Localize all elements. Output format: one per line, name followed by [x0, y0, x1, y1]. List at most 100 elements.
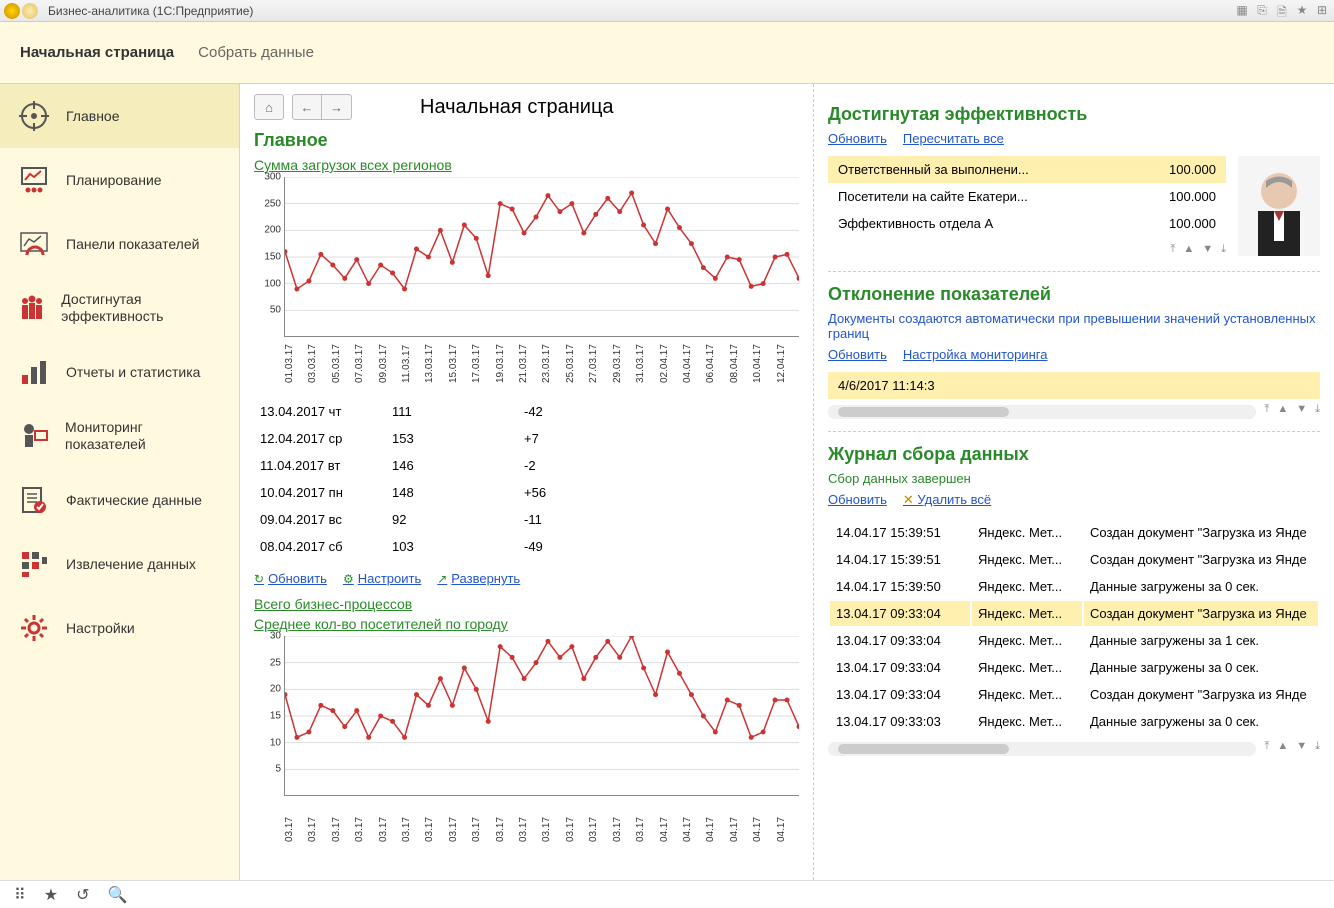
sidebar-label: Мониторинг показателей [65, 419, 223, 453]
deviation-row[interactable]: 4/6/2017 11:14:3 [828, 372, 1320, 399]
panel-heading: Достигнутая эффективность [828, 104, 1320, 125]
app-icon [4, 3, 20, 19]
sidebar-item-extract[interactable]: Извлечение данных [0, 532, 239, 596]
list-nav: ⤒ ▲ ▼ ⤓ [828, 243, 1226, 256]
refresh-link[interactable]: Обновить [828, 492, 887, 508]
sidebar-item-actual[interactable]: Фактические данные [0, 468, 239, 532]
log-row[interactable]: 13.04.17 09:33:04Яндекс. Мет...Данные за… [830, 655, 1318, 680]
sidebar-item-monitoring[interactable]: Мониторинг показателей [0, 404, 239, 468]
search-icon[interactable]: 🔍 [107, 885, 127, 905]
menu-home[interactable]: Начальная страница [20, 44, 174, 61]
eff-row[interactable]: Ответственный за выполнени...100.000 [828, 156, 1226, 183]
last-icon[interactable]: ⤓ [1315, 740, 1320, 753]
panel-heading: Журнал сбора данных [828, 444, 1320, 465]
log-row[interactable]: 14.04.17 15:39:51Яндекс. Мет...Создан до… [830, 547, 1318, 572]
first-icon[interactable]: ⤒ [1170, 243, 1175, 256]
back-button[interactable]: ← [292, 94, 322, 120]
target-icon [16, 98, 52, 134]
log-status: Сбор данных завершен [828, 471, 1320, 486]
hscrollbar[interactable] [828, 405, 1256, 419]
menu-collect[interactable]: Собрать данные [198, 44, 314, 61]
win-tool-icon[interactable]: ⎘ [1254, 3, 1270, 19]
top-menu: Начальная страница Собрать данные [0, 22, 1334, 84]
log-row[interactable]: 14.04.17 15:39:50Яндекс. Мет...Данные за… [830, 574, 1318, 599]
refresh-link[interactable]: ↻Обновить [254, 571, 327, 586]
table-row[interactable]: 11.04.2017 вт146-2 [256, 453, 797, 478]
recalc-link[interactable]: Пересчитать все [903, 131, 1004, 146]
last-icon[interactable]: ⤓ [1221, 243, 1226, 256]
last-icon[interactable]: ⤓ [1315, 403, 1320, 416]
refresh-link[interactable]: Обновить [828, 347, 887, 362]
hscrollbar[interactable] [828, 742, 1256, 756]
sidebar-item-settings[interactable]: Настройки [0, 596, 239, 660]
up-icon[interactable]: ▲ [1277, 403, 1288, 416]
down-icon[interactable]: ▼ [1296, 403, 1307, 416]
sidebar-item-efficiency[interactable]: Достигнутая эффективность [0, 276, 239, 340]
log-row[interactable]: 13.04.17 09:33:04Яндекс. Мет...Создан до… [830, 601, 1318, 626]
monitor-icon [16, 418, 51, 454]
presentation-icon [16, 162, 52, 198]
chart-title-link[interactable]: Среднее кол-во посетителей по городу [254, 616, 799, 632]
eff-row[interactable]: Посетители на сайте Екатери...100.000 [828, 183, 1226, 210]
sidebar-label: Планирование [66, 172, 162, 189]
sidebar-item-panels[interactable]: Панели показателей [0, 212, 239, 276]
first-icon[interactable]: ⤒ [1264, 403, 1269, 416]
panel-desc: Документы создаются автоматически при пр… [828, 311, 1320, 341]
delete-all-link[interactable]: ✕ Удалить всё [903, 492, 991, 508]
win-tool-icon[interactable]: 🗎 [1274, 3, 1290, 19]
forward-button[interactable]: → [322, 94, 352, 120]
configure-link[interactable]: ⚙Настроить [343, 571, 421, 586]
win-tool-icon[interactable]: ▦ [1234, 3, 1250, 19]
sidebar: Главное Планирование Панели показателей … [0, 84, 240, 880]
panel-heading: Отклонение показателей [828, 284, 1320, 305]
first-icon[interactable]: ⤒ [1264, 740, 1269, 753]
page-title: Начальная страница [420, 96, 614, 119]
bottom-bar: ⠿ ★ ↺ 🔍 [0, 880, 1334, 908]
star-icon[interactable]: ★ [44, 885, 58, 905]
history-icon[interactable]: ↺ [76, 885, 89, 905]
table-row[interactable]: 08.04.2017 сб103-49 [256, 534, 797, 559]
log-row[interactable]: 14.04.17 15:39:51Яндекс. Мет...Создан до… [830, 520, 1318, 545]
win-tool-icon[interactable]: ★ [1294, 3, 1310, 19]
win-tool-icon[interactable]: ⊞ [1314, 3, 1330, 19]
chart-bars-icon [16, 354, 52, 390]
sidebar-item-main[interactable]: Главное [0, 84, 239, 148]
log-table: 14.04.17 15:39:51Яндекс. Мет...Создан до… [828, 518, 1320, 736]
apps-icon[interactable]: ⠿ [14, 885, 26, 905]
refresh-link[interactable]: Обновить [828, 131, 887, 146]
sidebar-label: Извлечение данных [66, 556, 196, 573]
dropdown-icon[interactable] [22, 3, 38, 19]
expand-icon: ↗ [437, 572, 447, 586]
left-column: ⌂ ← → Начальная страница Главное Сумма з… [240, 84, 814, 880]
window-titlebar: Бизнес-аналитика (1С:Предприятие) ▦ ⎘ 🗎 … [0, 0, 1334, 22]
section-heading: Главное [254, 130, 799, 151]
down-icon[interactable]: ▼ [1296, 740, 1307, 753]
gauge-icon [16, 226, 52, 262]
sidebar-item-planning[interactable]: Планирование [0, 148, 239, 212]
sidebar-item-reports[interactable]: Отчеты и статистика [0, 340, 239, 404]
down-icon[interactable]: ▼ [1202, 243, 1213, 256]
sidebar-label: Достигнутая эффективность [61, 291, 223, 325]
people-icon [16, 290, 47, 326]
sidebar-label: Настройки [66, 620, 135, 637]
chart-title-link[interactable]: Сумма загрузок всех регионов [254, 157, 799, 173]
home-button[interactable]: ⌂ [254, 94, 284, 120]
up-icon[interactable]: ▲ [1277, 740, 1288, 753]
log-row[interactable]: 13.04.17 09:33:04Яндекс. Мет...Создан до… [830, 682, 1318, 707]
expand-link[interactable]: ↗Развернуть [437, 571, 520, 586]
table-row[interactable]: 10.04.2017 пн148+56 [256, 480, 797, 505]
chart-title-link[interactable]: Всего бизнес-процессов [254, 596, 799, 612]
document-check-icon [16, 482, 52, 518]
table-row[interactable]: 13.04.2017 чт111-42 [256, 399, 797, 424]
log-row[interactable]: 13.04.17 09:33:04Яндекс. Мет...Данные за… [830, 628, 1318, 653]
log-row[interactable]: 13.04.17 09:33:03Яндекс. Мет...Данные за… [830, 709, 1318, 734]
sidebar-label: Фактические данные [66, 492, 202, 509]
table-row[interactable]: 12.04.2017 ср153+7 [256, 426, 797, 451]
config-link[interactable]: Настройка мониторинга [903, 347, 1048, 362]
chart-avg: 51015202530 03.1703.1703.1703.1703.1703.… [254, 636, 799, 844]
table-row[interactable]: 09.04.2017 вс92-11 [256, 507, 797, 532]
up-icon[interactable]: ▲ [1183, 243, 1194, 256]
gear-icon [16, 610, 52, 646]
eff-row[interactable]: Эффективность отдела А100.000 [828, 210, 1226, 237]
window-title: Бизнес-аналитика (1С:Предприятие) [48, 4, 253, 18]
